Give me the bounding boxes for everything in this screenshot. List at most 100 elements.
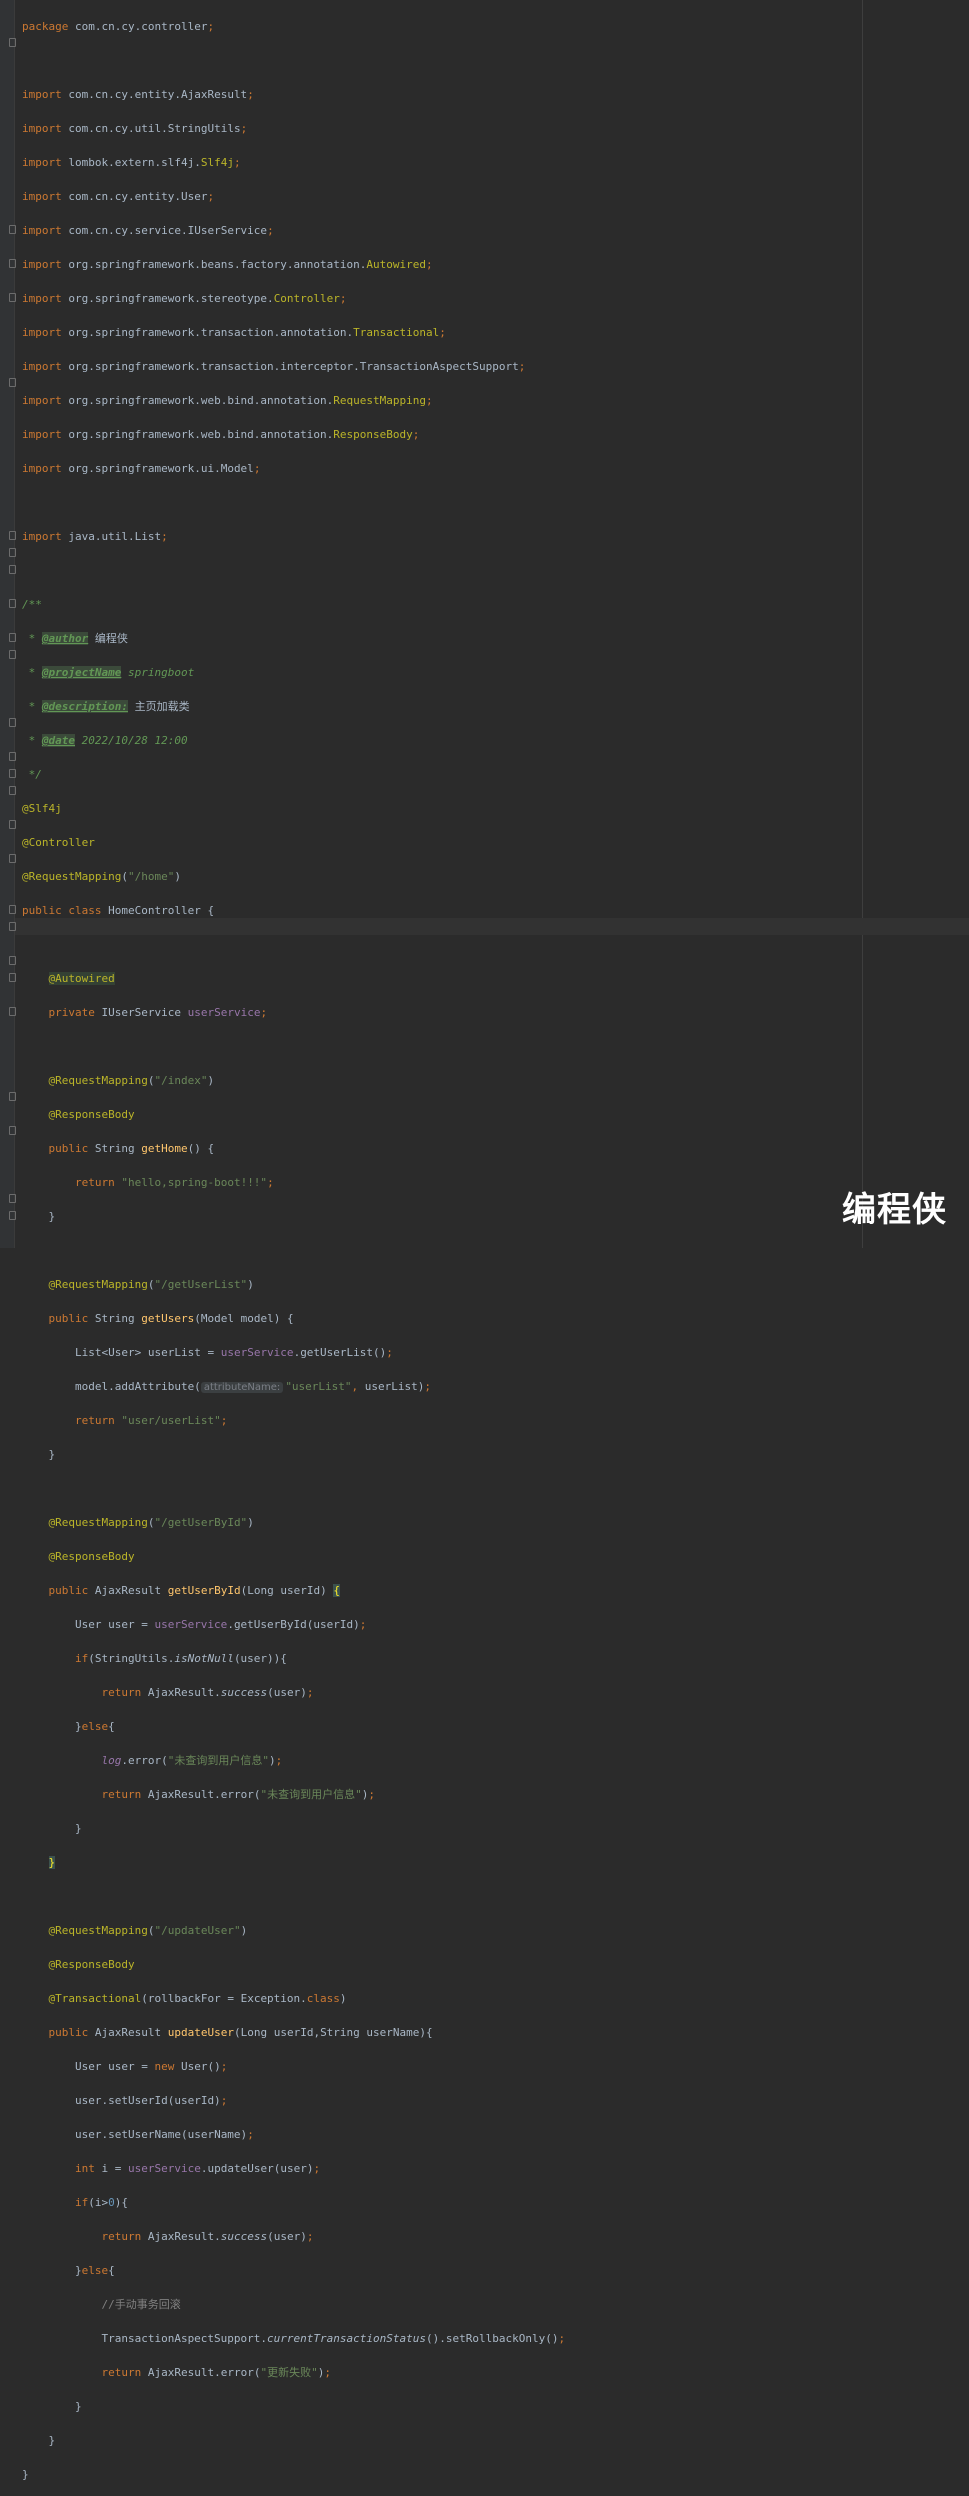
code-editor[interactable]: package com.cn.cy.controller; import com… [22,1,565,2496]
code-line: }else{ [22,2264,115,2277]
code-line: } [22,2468,29,2481]
fold-method-icon[interactable] [9,769,16,778]
code-line: @RequestMapping("/updateUser") [48,1924,248,1937]
code-line: import java.util.List; [22,530,168,543]
fold-method-end-icon[interactable] [9,599,16,608]
code-line: public class HomeController { [22,904,215,917]
code-line: return AjaxResult.success(user); [101,1686,314,1699]
fold-method-end-icon[interactable] [9,1211,16,1220]
code-line: @RequestMapping("/index") [48,1074,215,1087]
code-line: import com.cn.cy.service.IUserService; [22,224,274,237]
fold-method-icon[interactable] [9,531,16,540]
code-line: @Autowired [48,972,115,985]
fold-method-icon[interactable] [9,650,16,659]
code-line: return AjaxResult.success(user); [101,2230,314,2243]
code-line: user.setUserId(userId); [22,2094,228,2107]
fold-method-end-icon[interactable] [9,718,16,727]
code-line: import org.springframework.transaction.a… [22,326,446,339]
fold-imports-end-icon[interactable] [9,225,16,234]
editor-gutter [0,0,15,1248]
fold-else-end-icon[interactable] [9,905,16,914]
fold-method-icon[interactable] [9,786,16,795]
fold-method-icon[interactable] [9,1007,16,1016]
code-line: @RequestMapping("/getUserList") [48,1278,254,1291]
code-line: * @description: 主页加载类 [22,700,190,713]
code-line: } [22,2400,82,2413]
fold-else-end-icon[interactable] [9,1194,16,1203]
fold-import-list-icon[interactable] [9,259,16,268]
code-line: if(StringUtils.isNotNull(user)){ [74,1652,287,1665]
code-line: public AjaxResult getUserById(Long userI… [48,1584,340,1597]
code-line: } [22,1210,56,1223]
code-line: @Slf4j [22,802,62,815]
code-line: return AjaxResult.error("未查询到用户信息"); [101,1788,375,1801]
code-line: @ResponseBody [48,1108,135,1121]
code-line: import com.cn.cy.entity.User; [22,190,215,203]
code-line: private IUserService userService; [48,1006,268,1019]
code-line: } [22,1822,82,1835]
fold-method-icon[interactable] [9,633,16,642]
code-line: import org.springframework.web.bind.anno… [22,428,420,441]
code-line: import org.springframework.transaction.i… [22,360,526,373]
code-line: import org.springframework.ui.Model; [22,462,261,475]
code-line: return "hello,spring-boot!!!"; [74,1176,274,1189]
code-line: */ [22,768,42,781]
code-line: List<User> userList = userService.getUse… [22,1346,393,1359]
code-line: }else{ [22,1720,115,1733]
fold-method-end-icon[interactable] [9,922,16,931]
code-line: * @author 编程侠 [22,632,128,645]
fold-method-icon[interactable] [9,548,16,557]
fold-if-icon[interactable] [9,1092,16,1101]
code-line: /** [22,598,42,611]
code-line: public AjaxResult updateUser(Long userId… [48,2026,433,2039]
parameter-hint: attributeName: [200,1382,284,1393]
code-line: //手动事务回滚 [101,2298,181,2311]
code-line: int i = userService.updateUser(user); [74,2162,321,2175]
watermark-logo: 编程侠 [842,1190,947,1230]
fold-doc-icon[interactable] [9,293,16,302]
code-line: @Transactional(rollbackFor = Exception.c… [48,1992,347,2005]
code-line: @RequestMapping("/getUserById") [48,1516,254,1529]
code-line: import org.springframework.beans.factory… [22,258,433,271]
code-line: package com.cn.cy.controller; [22,20,215,33]
code-line: user.setUserName(userName); [22,2128,254,2141]
code-line: return AjaxResult.error("更新失败"); [101,2366,331,2379]
code-line: } [22,1448,56,1461]
fold-if-icon[interactable] [9,820,16,829]
code-line: import org.springframework.stereotype.Co… [22,292,347,305]
code-line: @RequestMapping("/home") [22,870,181,883]
fold-method-icon[interactable] [9,973,16,982]
code-line: } [22,2434,56,2447]
code-line: @ResponseBody [48,1958,135,1971]
code-line: public String getUsers(Model model) { [48,1312,294,1325]
code-line: } [48,1856,56,1869]
right-margin-guide [862,0,863,1248]
code-line: User user = new User(); [22,2060,228,2073]
code-line: if(i>0){ [74,2196,128,2209]
fold-method-icon[interactable] [9,752,16,761]
fold-else-icon[interactable] [9,854,16,863]
code-line: @Controller [22,836,95,849]
fold-method-icon[interactable] [9,956,16,965]
fold-imports-icon[interactable] [9,38,16,47]
code-line: TransactionAspectSupport.currentTransact… [22,2332,566,2345]
code-line: import com.cn.cy.entity.AjaxResult; [22,88,254,101]
code-line: return "user/userList"; [74,1414,228,1427]
code-line: import com.cn.cy.util.StringUtils; [22,122,248,135]
code-line: log.error("未查询到用户信息"); [101,1754,283,1767]
fold-doc-end-icon[interactable] [9,378,16,387]
code-line: User user = userService.getUserById(user… [22,1618,367,1631]
code-line: * @date 2022/10/28 12:00 [22,734,188,747]
code-line: * @projectName springboot [22,666,195,679]
fold-else-icon[interactable] [9,1126,16,1135]
code-line: import lombok.extern.slf4j.Slf4j; [22,156,241,169]
code-line: @ResponseBody [48,1550,135,1563]
fold-method-icon[interactable] [9,565,16,574]
